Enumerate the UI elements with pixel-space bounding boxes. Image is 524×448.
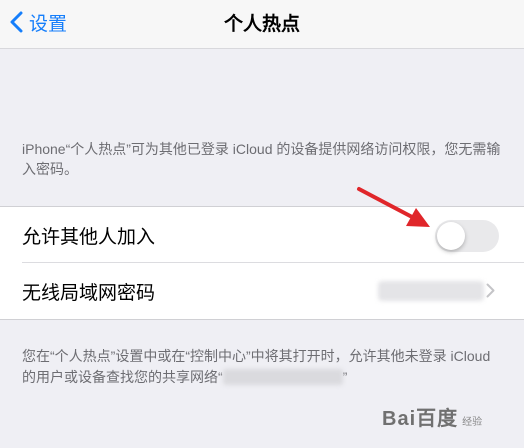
hotspot-footer-note: 您在“个人热点”设置中或在“控制中心”中将其打开时，允许其他未登录 iCloud… <box>22 346 506 388</box>
allow-others-row: 允许其他人加入 <box>0 207 524 263</box>
toggle-knob <box>437 222 465 250</box>
allow-others-label: 允许其他人加入 <box>22 226 156 248</box>
allow-others-toggle[interactable] <box>435 220 499 252</box>
wifi-password-value-redacted <box>378 281 484 301</box>
network-name-redacted <box>222 369 343 385</box>
hotspot-description: iPhone“个人热点”可为其他已登录 iCloud 的设备提供网络访问权限，您… <box>22 141 501 177</box>
chevron-right-icon <box>486 283 495 303</box>
navigation-bar: 设置 个人热点 <box>0 0 524 49</box>
watermark-brand: Bai百度 <box>382 408 459 430</box>
wifi-password-label: 无线局域网密码 <box>22 282 156 304</box>
watermark-sub: 经验 <box>462 417 483 428</box>
page-title: 个人热点 <box>223 13 300 35</box>
red-arrow-icon <box>356 186 434 235</box>
settings-group: 允许其他人加入 无线局域网密码 <box>0 206 524 320</box>
footer-end-quote: ” <box>342 369 348 385</box>
wifi-password-row[interactable]: 无线局域网密码 <box>0 263 524 319</box>
baidu-watermark: Bai百度 经验 <box>382 402 482 431</box>
